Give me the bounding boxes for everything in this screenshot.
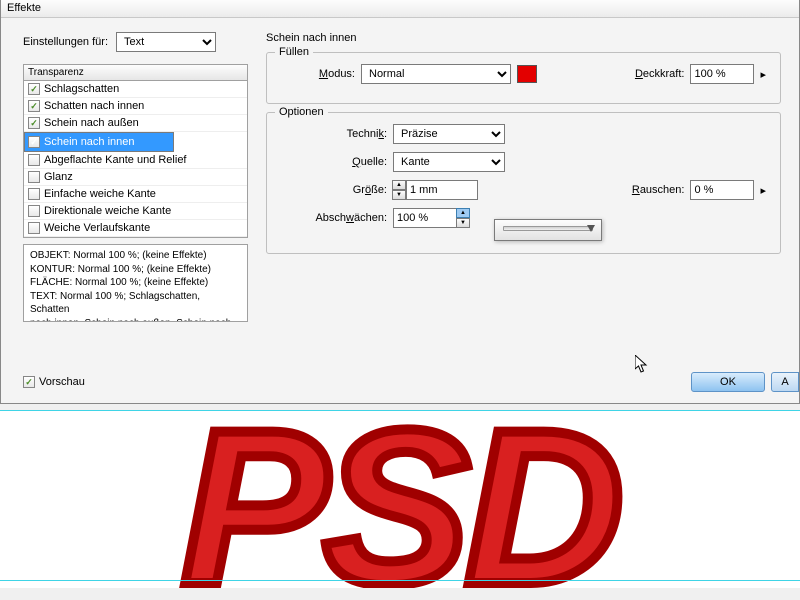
choke-spinner[interactable]: ▲▼	[456, 208, 470, 228]
list-item-label: Schatten nach innen	[44, 100, 144, 112]
abort-button[interactable]: A	[771, 372, 799, 392]
summary-box: OBJEKT: Normal 100 %; (keine Effekte)KON…	[23, 244, 248, 322]
fill-group-label: Füllen	[275, 46, 313, 58]
list-item-label: Weiche Verlaufskante	[44, 222, 150, 234]
noise-label: auschen:	[640, 184, 685, 196]
color-swatch[interactable]	[517, 65, 537, 83]
effects-list-item[interactable]: Abgeflachte Kante und Relief	[24, 152, 247, 169]
quelle-select[interactable]: Kante	[393, 152, 505, 172]
choke-input[interactable]	[393, 208, 457, 228]
effects-list-item[interactable]: Einfache weiche Kante	[24, 186, 247, 203]
size-spinner[interactable]: ▲▼	[392, 180, 406, 200]
effects-list-item[interactable]: Glanz	[24, 169, 247, 186]
checkbox-icon[interactable]	[28, 100, 40, 112]
preview-checkbox[interactable]: Vorschau	[23, 376, 85, 388]
settings-for-label: Einstellungen für:	[23, 36, 108, 48]
effects-list-item[interactable]: Schein nach außen	[24, 115, 247, 132]
list-item-label: Einfache weiche Kante	[44, 188, 156, 200]
opacity-arrow-icon[interactable]: ▸	[760, 68, 766, 81]
list-item-label: Schein nach innen	[44, 136, 135, 148]
panel-heading: Schein nach innen	[266, 32, 781, 44]
list-item-label: Abgeflachte Kante und Relief	[44, 154, 187, 166]
guide-line[interactable]	[0, 410, 800, 411]
mode-label: odus:	[328, 68, 355, 80]
checkbox-icon[interactable]	[28, 136, 40, 148]
checkbox-icon[interactable]	[28, 171, 40, 183]
list-item-label: Glanz	[44, 171, 73, 183]
effects-list-item[interactable]: Direktionale weiche Kante	[24, 203, 247, 220]
technik-label: Techni	[347, 128, 379, 140]
effects-dialog: Effekte Einstellungen für: Text Transpar…	[0, 0, 800, 404]
list-item-label: Schein nach außen	[44, 117, 139, 129]
document-canvas[interactable]: PSD	[0, 404, 800, 600]
size-label: Gr	[353, 184, 365, 196]
checkbox-icon[interactable]	[28, 222, 40, 234]
checkbox-icon[interactable]	[28, 154, 40, 166]
noise-arrow-icon[interactable]: ▸	[760, 184, 766, 197]
checkbox-icon[interactable]	[28, 83, 40, 95]
ok-button[interactable]: OK	[691, 372, 765, 392]
effects-list: Transparenz Schlagschatten Schatten nach …	[23, 64, 248, 238]
mode-select[interactable]: Normal	[361, 64, 511, 84]
choke-slider-popup[interactable]	[494, 219, 602, 241]
checkbox-icon	[23, 376, 35, 388]
opacity-label: eckkraft:	[643, 68, 685, 80]
list-item-label: Direktionale weiche Kante	[44, 205, 171, 217]
dialog-title: Effekte	[1, 0, 799, 18]
effects-list-header: Transparenz	[24, 65, 247, 81]
checkbox-icon[interactable]	[28, 205, 40, 217]
settings-for-select[interactable]: Text	[116, 32, 216, 52]
effects-list-item[interactable]: Schatten nach innen	[24, 98, 247, 115]
checkbox-icon[interactable]	[28, 117, 40, 129]
slider-track[interactable]	[503, 226, 593, 231]
canvas-text: PSD	[181, 410, 618, 588]
slider-thumb[interactable]	[587, 225, 595, 232]
effects-list-item[interactable]: Weiche Verlaufskante	[24, 220, 247, 237]
fill-group: Füllen Modus: Normal Deckkraft: ▸	[266, 52, 781, 104]
effects-list-item[interactable]: Schlagschatten	[24, 81, 247, 98]
technik-select[interactable]: Präzise	[393, 124, 505, 144]
size-input[interactable]	[406, 180, 478, 200]
effects-list-item[interactable]: Schein nach innen	[24, 132, 174, 152]
guide-line[interactable]	[0, 580, 800, 581]
list-item-label: Schlagschatten	[44, 83, 119, 95]
noise-input[interactable]	[690, 180, 754, 200]
choke-label: Absch	[315, 212, 346, 224]
quelle-label: uelle:	[361, 156, 387, 168]
preview-label: Vorschau	[39, 376, 85, 388]
opacity-input[interactable]	[690, 64, 754, 84]
checkbox-icon[interactable]	[28, 188, 40, 200]
options-group-label: Optionen	[275, 106, 328, 118]
